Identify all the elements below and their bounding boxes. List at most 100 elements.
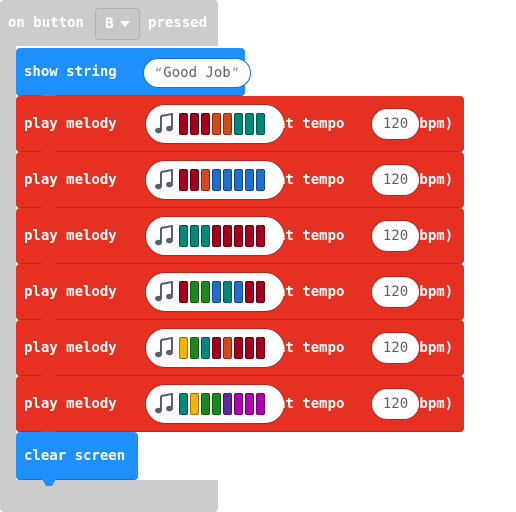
melody-editor[interactable] bbox=[145, 272, 285, 312]
melody-note bbox=[190, 337, 199, 359]
tempo-value: 120 bbox=[382, 228, 409, 244]
show-string-label: show string bbox=[24, 64, 117, 80]
melody-note bbox=[245, 113, 254, 135]
melody-editor[interactable] bbox=[145, 216, 285, 256]
string-value: Good Job bbox=[163, 65, 231, 81]
melody-note bbox=[234, 169, 243, 191]
music-note-icon bbox=[155, 169, 173, 190]
melody-note bbox=[190, 225, 199, 247]
melody-note bbox=[245, 337, 254, 359]
chevron-down-icon bbox=[119, 21, 130, 27]
melody-note bbox=[256, 225, 265, 247]
melody-editor[interactable] bbox=[145, 328, 285, 368]
melody-note bbox=[256, 281, 265, 303]
block-notch bbox=[42, 479, 56, 486]
melody-note bbox=[212, 337, 221, 359]
melody-editor[interactable] bbox=[145, 104, 285, 144]
melody-note bbox=[256, 169, 265, 191]
tempo-value: 120 bbox=[382, 116, 409, 132]
bpm-label: (bpm) bbox=[411, 396, 454, 412]
melody-note bbox=[179, 113, 188, 135]
melody-note bbox=[201, 113, 210, 135]
melody-note bbox=[234, 225, 243, 247]
melody-notes bbox=[179, 169, 265, 191]
bpm-label: (bpm) bbox=[411, 228, 454, 244]
music-note-icon bbox=[155, 393, 173, 414]
string-input[interactable]: “ Good Job ” bbox=[143, 58, 251, 88]
button-dropdown-value: B bbox=[105, 16, 114, 32]
bpm-label: (bpm) bbox=[411, 284, 454, 300]
melody-note bbox=[245, 169, 254, 191]
music-note-icon bbox=[155, 113, 173, 134]
clear-screen-block[interactable]: clear screen bbox=[16, 432, 138, 486]
melody-note bbox=[223, 225, 232, 247]
music-note-icon bbox=[155, 281, 173, 302]
melody-note bbox=[223, 113, 232, 135]
play-melody-block[interactable]: play melody at tempo 120 (bpm) bbox=[16, 376, 464, 438]
at-tempo-label: at tempo bbox=[277, 228, 345, 244]
melody-note bbox=[234, 113, 243, 135]
melody-editor[interactable] bbox=[145, 384, 285, 424]
show-string-block[interactable]: show string “ Good Job ” bbox=[16, 48, 251, 102]
melody-note bbox=[212, 281, 221, 303]
button-dropdown[interactable]: B bbox=[95, 8, 140, 40]
melody-note bbox=[201, 281, 210, 303]
play-melody-label: play melody bbox=[24, 284, 117, 300]
melody-note bbox=[245, 281, 254, 303]
melody-editor[interactable] bbox=[145, 160, 285, 200]
event-suffix-label: pressed bbox=[148, 15, 208, 31]
music-note-icon bbox=[155, 337, 173, 358]
play-melody-block[interactable]: play melody at tempo 120 (bpm) bbox=[16, 96, 464, 158]
melody-note bbox=[223, 169, 232, 191]
tempo-value: 120 bbox=[382, 396, 409, 412]
play-melody-label: play melody bbox=[24, 228, 117, 244]
melody-note bbox=[256, 337, 265, 359]
melody-note bbox=[212, 393, 221, 415]
play-melody-block[interactable]: play melody at tempo 120 (bpm) bbox=[16, 264, 464, 326]
melody-note bbox=[234, 393, 243, 415]
melody-note bbox=[212, 169, 221, 191]
play-melody-block[interactable]: play melody at tempo 120 (bpm) bbox=[16, 152, 464, 214]
melody-note bbox=[212, 113, 221, 135]
melody-note bbox=[179, 337, 188, 359]
melody-note bbox=[223, 393, 232, 415]
tempo-value: 120 bbox=[382, 172, 409, 188]
melody-note bbox=[201, 225, 210, 247]
melody-note bbox=[190, 393, 199, 415]
event-prefix-label: on button bbox=[8, 15, 84, 31]
melody-note bbox=[212, 225, 221, 247]
melody-note bbox=[179, 393, 188, 415]
melody-note bbox=[179, 169, 188, 191]
melody-note bbox=[256, 113, 265, 135]
melody-note bbox=[190, 113, 199, 135]
melody-note bbox=[201, 393, 210, 415]
music-note-icon bbox=[155, 225, 173, 246]
melody-note bbox=[179, 225, 188, 247]
event-block-footer bbox=[0, 480, 218, 512]
play-melody-block[interactable]: play melody at tempo 120 (bpm) bbox=[16, 320, 464, 382]
tempo-value: 120 bbox=[382, 340, 409, 356]
play-melody-label: play melody bbox=[24, 396, 117, 412]
melody-notes bbox=[179, 281, 265, 303]
at-tempo-label: at tempo bbox=[277, 396, 345, 412]
melody-note bbox=[234, 337, 243, 359]
melody-note bbox=[245, 393, 254, 415]
melody-notes bbox=[179, 113, 265, 135]
melody-note bbox=[245, 225, 254, 247]
event-block-spine bbox=[0, 46, 16, 480]
clear-screen-label: clear screen bbox=[24, 448, 126, 464]
melody-notes bbox=[179, 225, 265, 247]
play-melody-label: play melody bbox=[24, 340, 117, 356]
close-quote-icon: ” bbox=[231, 66, 239, 80]
bpm-label: (bpm) bbox=[411, 172, 454, 188]
play-melody-label: play melody bbox=[24, 116, 117, 132]
open-quote-icon: “ bbox=[155, 66, 163, 80]
at-tempo-label: at tempo bbox=[277, 284, 345, 300]
bpm-label: (bpm) bbox=[411, 340, 454, 356]
melody-note bbox=[234, 281, 243, 303]
melody-note bbox=[223, 337, 232, 359]
at-tempo-label: at tempo bbox=[277, 340, 345, 356]
melody-notes bbox=[179, 393, 265, 415]
play-melody-block[interactable]: play melody at tempo 120 (bpm) bbox=[16, 208, 464, 270]
tempo-value: 120 bbox=[382, 284, 409, 300]
